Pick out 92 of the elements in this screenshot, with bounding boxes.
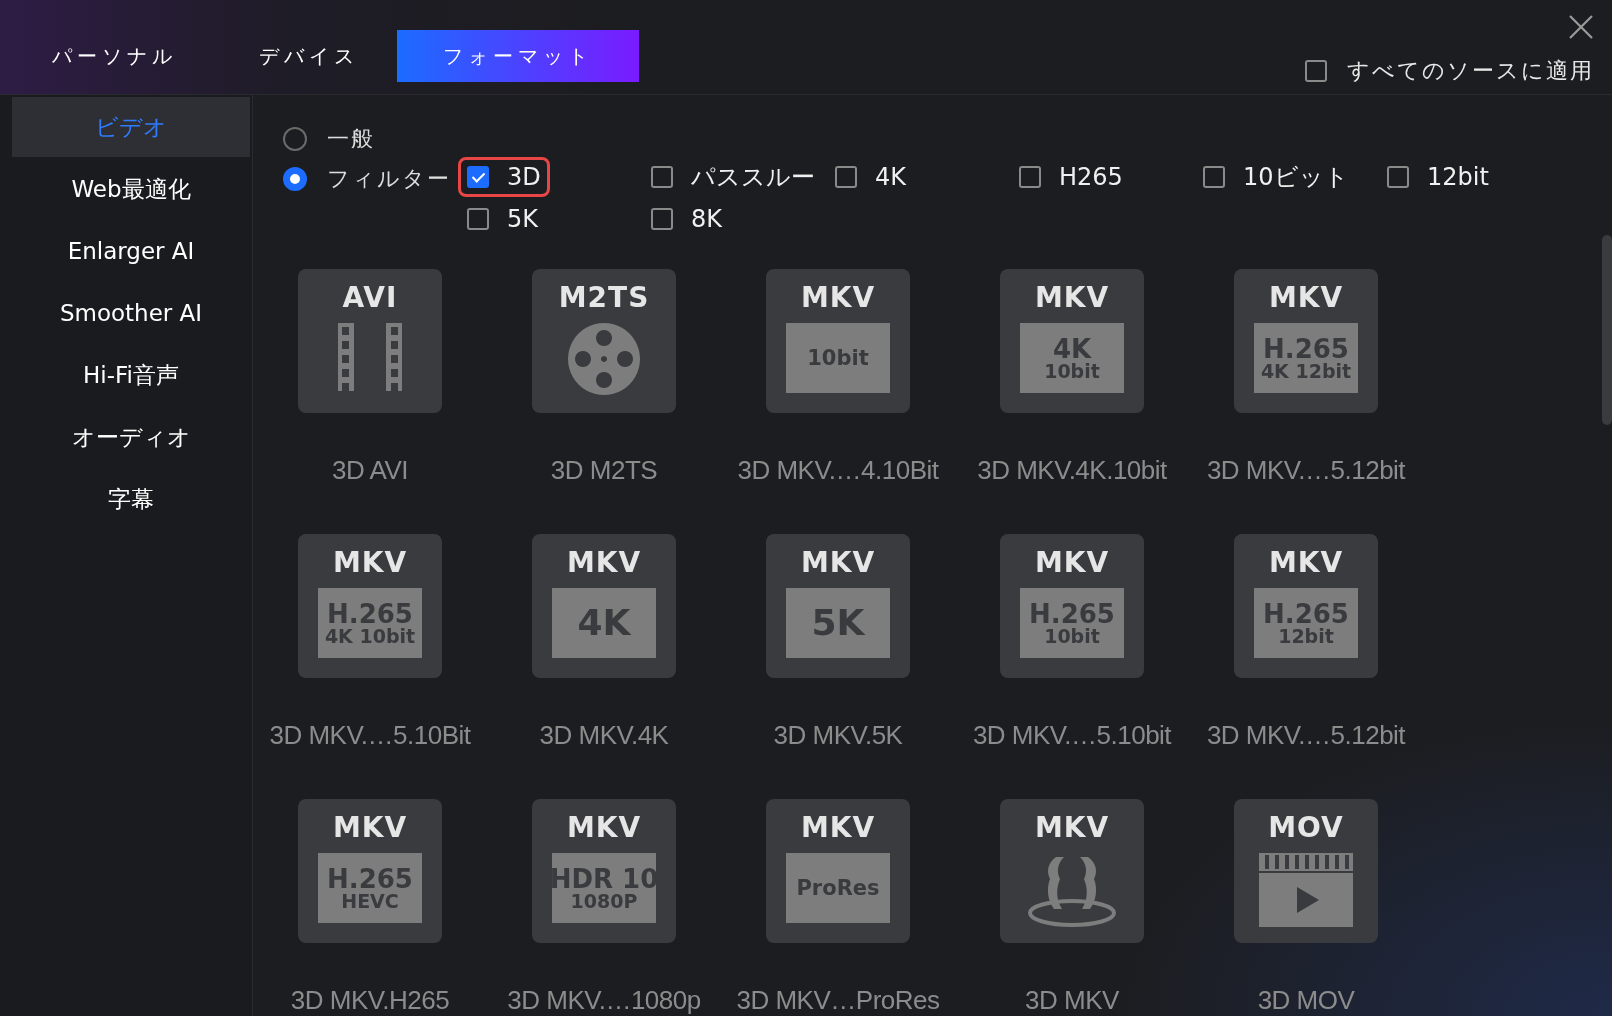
format-label: 3D MKV.…4.10Bit	[737, 455, 939, 486]
tab[interactable]: デバイス	[233, 30, 385, 82]
checkbox[interactable]	[1203, 166, 1225, 188]
format-title: MKV	[332, 811, 408, 845]
format-tile[interactable]: MKV H.265 4K 12bit	[1234, 269, 1378, 413]
format-badge: ProRes	[786, 853, 890, 923]
format-title: MKV	[1268, 546, 1344, 580]
filter-label: 4K	[875, 163, 906, 191]
format-title: MKV	[800, 546, 876, 580]
checkbox[interactable]	[1387, 166, 1409, 188]
filter-label: 8K	[691, 205, 722, 233]
checkbox[interactable]	[651, 208, 673, 230]
tab[interactable]: フォーマット	[397, 30, 639, 82]
sidebar-item[interactable]: Web最適化	[12, 159, 250, 219]
sidebar-item[interactable]: Hi-Fi音声	[12, 345, 250, 405]
format-label: 3D MKV.…1080p	[507, 985, 701, 1016]
format-title: MKV	[800, 281, 876, 315]
checkbox[interactable]	[1019, 166, 1041, 188]
format-label: 3D MOV	[1257, 985, 1355, 1016]
close-icon[interactable]	[1568, 14, 1594, 40]
format-tile[interactable]: MKV ProRes	[766, 799, 910, 943]
format-label: 3D MKV.5K	[773, 720, 903, 751]
film-strip-icon	[338, 323, 402, 391]
format-label: 3D MKV.H265	[290, 985, 450, 1016]
sidebar-item[interactable]: オーディオ	[12, 407, 250, 467]
checkbox[interactable]	[835, 166, 857, 188]
format-badge: H.265 12bit	[1254, 588, 1358, 658]
sidebar-item[interactable]: Enlarger AI	[12, 221, 250, 281]
format-title: M2TS	[558, 281, 650, 315]
format-title: MOV	[1268, 811, 1344, 845]
format-tile[interactable]: MKV H.265 12bit	[1234, 534, 1378, 678]
radio-button[interactable]	[283, 127, 307, 151]
format-badge: H.265 4K 10bit	[318, 588, 422, 658]
format-label: 3D MKV.4K.10bit	[977, 455, 1167, 486]
format-title: MKV	[1034, 281, 1110, 315]
checkbox[interactable]	[651, 166, 673, 188]
format-tile[interactable]: MKV 5K	[766, 534, 910, 678]
format-tile[interactable]: MKV H.265 10bit	[1000, 534, 1144, 678]
format-title: MKV	[566, 811, 642, 845]
filter-label: 3D	[507, 163, 541, 191]
format-badge: 5K	[786, 588, 890, 658]
scrollbar[interactable]	[1602, 235, 1612, 425]
format-badge: H.265 4K 12bit	[1254, 323, 1358, 393]
format-label: 3D MKV…ProRes	[736, 985, 940, 1016]
filter-label: 5K	[507, 205, 538, 233]
format-title: AVI	[342, 281, 398, 315]
format-label: 3D MKV.…5.10Bit	[269, 720, 471, 751]
radio-button[interactable]	[283, 167, 307, 191]
format-tile[interactable]: MKV 4K 10bit	[1000, 269, 1144, 413]
checkbox[interactable]	[467, 166, 489, 188]
format-label: 3D MKV.…5.12bit	[1206, 720, 1406, 751]
format-label: 3D MKV	[1025, 985, 1119, 1016]
format-tile[interactable]: MKV H.265 HEVC	[298, 799, 442, 943]
format-tile[interactable]: AVI	[298, 269, 442, 413]
format-label: 3D AVI	[332, 455, 408, 486]
format-label: 3D M2TS	[550, 455, 658, 486]
format-tile[interactable]: MOV	[1234, 799, 1378, 943]
format-badge: 4K 10bit	[1020, 323, 1124, 393]
format-badge: 10bit	[786, 323, 890, 393]
format-title: MKV	[1034, 546, 1110, 580]
format-tile[interactable]: MKV 4K	[532, 534, 676, 678]
sidebar-item[interactable]: Smoother AI	[12, 283, 250, 343]
format-tile[interactable]: MKV HDR 10 1080P	[532, 799, 676, 943]
clapperboard-icon	[1259, 853, 1353, 927]
format-title: MKV	[800, 811, 876, 845]
format-tile[interactable]: M2TS	[532, 269, 676, 413]
format-title: MKV	[332, 546, 408, 580]
film-reel-icon	[568, 323, 640, 395]
format-tile[interactable]: MKV	[1000, 799, 1144, 943]
format-label: 3D MKV.…5.10bit	[972, 720, 1172, 751]
format-title: MKV	[566, 546, 642, 580]
apply-all-label: すべてのソースに適用	[1347, 57, 1594, 85]
checkbox[interactable]	[1305, 60, 1327, 82]
sidebar-item[interactable]: 字幕	[12, 469, 250, 529]
format-badge: H.265 HEVC	[318, 853, 422, 923]
tab[interactable]: パーソナル	[26, 30, 203, 82]
checkbox[interactable]	[467, 208, 489, 230]
format-title: MKV	[1268, 281, 1344, 315]
format-badge: H.265 10bit	[1020, 588, 1124, 658]
format-tile[interactable]: MKV H.265 4K 10bit	[298, 534, 442, 678]
format-badge: HDR 10 1080P	[552, 853, 656, 923]
radio-label: 一般	[327, 125, 375, 153]
filter-label: パススルー	[691, 162, 815, 193]
format-label: 3D MKV.4K	[539, 720, 669, 751]
format-tile[interactable]: MKV 10bit	[766, 269, 910, 413]
radio-label: フィルター	[327, 165, 451, 193]
format-label: 3D MKV.…5.12bit	[1206, 455, 1406, 486]
filter-label: H265	[1059, 163, 1123, 191]
format-badge: 4K	[552, 588, 656, 658]
filter-label: 12bit	[1427, 163, 1489, 191]
filter-label: 10ビット	[1243, 162, 1349, 193]
format-title: MKV	[1034, 811, 1110, 845]
